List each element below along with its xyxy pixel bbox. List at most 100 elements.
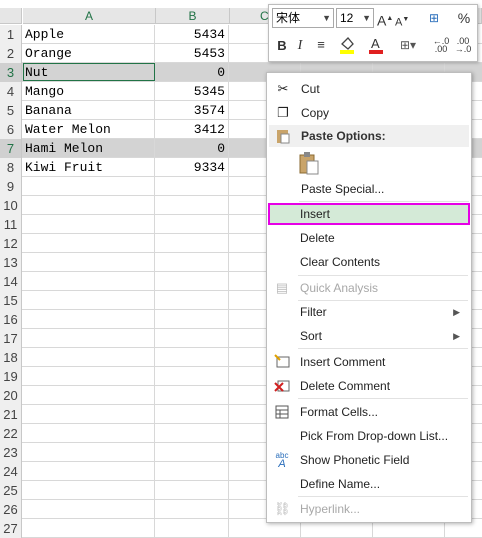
menu-item-insert[interactable]: Insert <box>268 203 468 225</box>
row-header[interactable]: 11 <box>0 215 22 234</box>
row-header[interactable]: 18 <box>0 348 22 367</box>
cell-a[interactable] <box>23 481 155 499</box>
cell-a[interactable] <box>23 443 155 461</box>
cell-b[interactable] <box>156 462 229 480</box>
row-header[interactable]: 24 <box>0 462 22 481</box>
cell-a[interactable] <box>23 253 155 271</box>
align-center-icon[interactable]: ≡ <box>313 36 329 54</box>
row-header[interactable]: 15 <box>0 291 22 310</box>
decrease-decimal-icon[interactable]: .00 →.0 <box>453 37 473 54</box>
row-header[interactable]: 13 <box>0 253 22 272</box>
column-header-b[interactable]: B <box>156 8 230 24</box>
cell-a[interactable] <box>23 310 155 328</box>
menu-item-delete[interactable]: Delete <box>268 227 468 249</box>
row-header[interactable]: 14 <box>0 272 22 291</box>
row-header[interactable]: 5 <box>0 101 22 120</box>
cell-a[interactable]: Water Melon <box>23 120 155 138</box>
cell-b[interactable] <box>156 215 229 233</box>
row-header[interactable]: 8 <box>0 158 22 177</box>
cell-b[interactable] <box>156 310 229 328</box>
format-painter-icon[interactable]: ⊞ <box>425 9 443 27</box>
cell-b[interactable] <box>156 329 229 347</box>
menu-item-clear-contents[interactable]: Clear Contents <box>268 251 468 273</box>
column-header-a[interactable]: A <box>23 8 156 24</box>
menu-item-format-cells[interactable]: Format Cells... <box>268 401 468 423</box>
row-header[interactable]: 26 <box>0 500 22 519</box>
cell-a[interactable]: Banana <box>23 101 155 119</box>
cell-b[interactable] <box>156 272 229 290</box>
cell-a[interactable] <box>23 272 155 290</box>
cell-b[interactable]: 0 <box>156 139 229 157</box>
borders-icon[interactable]: ⊞▾ <box>397 36 419 54</box>
cell-b[interactable] <box>156 177 229 195</box>
cell-b[interactable]: 5345 <box>156 82 229 100</box>
cell-a[interactable] <box>23 215 155 233</box>
font-color-button[interactable]: A <box>365 36 389 58</box>
cell-a[interactable] <box>23 367 155 385</box>
row-header[interactable]: 7 <box>0 139 22 158</box>
cell-b[interactable] <box>156 424 229 442</box>
row-header[interactable]: 25 <box>0 481 22 500</box>
cell-b[interactable] <box>156 348 229 366</box>
shrink-font-icon[interactable]: A▼ <box>395 11 409 32</box>
cell-a[interactable] <box>23 291 155 309</box>
italic-button[interactable]: I <box>293 37 307 55</box>
font-name-box[interactable]: 宋体 ▼ <box>272 8 334 28</box>
percent-style-button[interactable]: % <box>455 9 473 27</box>
row-header[interactable]: 6 <box>0 120 22 139</box>
cell-a[interactable] <box>23 177 155 195</box>
cell-a[interactable] <box>23 234 155 252</box>
cell-a[interactable] <box>23 462 155 480</box>
cell-b[interactable] <box>156 234 229 252</box>
row-header[interactable]: 16 <box>0 310 22 329</box>
menu-item-pick-list[interactable]: Pick From Drop-down List... <box>268 425 468 447</box>
cell-b[interactable] <box>156 405 229 423</box>
cell-a[interactable] <box>23 386 155 404</box>
menu-item-insert-comment[interactable]: Insert Comment <box>268 351 468 373</box>
bold-button[interactable]: B <box>275 37 289 55</box>
cell-a[interactable] <box>23 196 155 214</box>
cell-b[interactable] <box>156 196 229 214</box>
cell-a[interactable]: Kiwi Fruit <box>23 158 155 176</box>
cell-b[interactable] <box>156 443 229 461</box>
cell-b[interactable] <box>156 291 229 309</box>
cell-a[interactable] <box>23 348 155 366</box>
row-header[interactable]: 9 <box>0 177 22 196</box>
cell-a[interactable]: Apple <box>23 25 155 43</box>
cell-b[interactable] <box>156 519 229 537</box>
row-header[interactable]: 2 <box>0 44 22 63</box>
row-header[interactable]: 1 <box>0 25 22 44</box>
increase-decimal-icon[interactable]: ←.0.00 <box>431 37 451 54</box>
menu-item-sort[interactable]: Sort ▶ <box>268 325 468 347</box>
menu-item-phonetic[interactable]: abc A Show Phonetic Field <box>268 449 468 471</box>
cell-b[interactable] <box>156 481 229 499</box>
cell-a[interactable] <box>23 519 155 537</box>
cell-a[interactable]: Nut <box>23 63 155 81</box>
cell-a[interactable]: Hami Melon <box>23 139 155 157</box>
cell-b[interactable]: 3412 <box>156 120 229 138</box>
row-header[interactable]: 10 <box>0 196 22 215</box>
cell-b[interactable]: 0 <box>156 63 229 81</box>
cell-b[interactable] <box>156 367 229 385</box>
cell-b[interactable]: 5434 <box>156 25 229 43</box>
row-header[interactable]: 12 <box>0 234 22 253</box>
row-header[interactable]: 21 <box>0 405 22 424</box>
cell-b[interactable]: 3574 <box>156 101 229 119</box>
row-header[interactable]: 4 <box>0 82 22 101</box>
fill-color-button[interactable] <box>335 36 361 58</box>
cell-b[interactable]: 5453 <box>156 44 229 62</box>
menu-item-delete-comment[interactable]: Delete Comment <box>268 375 468 397</box>
cell-b[interactable] <box>156 386 229 404</box>
row-header[interactable]: 27 <box>0 519 22 538</box>
menu-item-filter[interactable]: Filter ▶ <box>268 301 468 323</box>
menu-item-define-name[interactable]: Define Name... <box>268 473 468 495</box>
cell-a[interactable] <box>23 500 155 518</box>
cell-b[interactable] <box>156 500 229 518</box>
cell-a[interactable] <box>23 405 155 423</box>
select-all-corner[interactable] <box>0 8 22 24</box>
font-size-box[interactable]: 12 ▼ <box>336 8 374 28</box>
row-header[interactable]: 3 <box>0 63 22 82</box>
grow-font-icon[interactable]: A▲ <box>377 10 393 30</box>
cell-a[interactable] <box>23 329 155 347</box>
cell-a[interactable]: Mango <box>23 82 155 100</box>
